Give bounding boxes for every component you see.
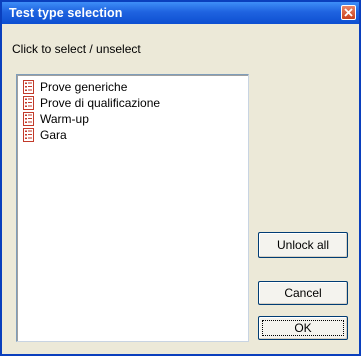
list-document-icon xyxy=(23,96,34,110)
cancel-button[interactable]: Cancel xyxy=(258,281,348,305)
list-item-label: Prove generiche xyxy=(40,80,128,94)
dialog-window: Test type selection Click to select / un… xyxy=(0,0,361,356)
instructions-label: Click to select / unselect xyxy=(12,42,141,56)
title-bar[interactable]: Test type selection xyxy=(2,2,359,24)
list-document-icon xyxy=(23,80,34,94)
list-item-label: Gara xyxy=(40,128,67,142)
list-item-label: Prove di qualificazione xyxy=(40,96,161,110)
ok-button[interactable]: OK xyxy=(258,316,348,340)
close-icon xyxy=(344,8,353,17)
close-button[interactable] xyxy=(341,5,356,20)
list-document-icon xyxy=(23,112,34,126)
test-type-listbox[interactable]: Prove generiche Prove di qualificazione … xyxy=(16,74,249,342)
list-document-icon xyxy=(23,128,34,142)
list-item-label: Warm-up xyxy=(40,112,89,126)
focus-ring xyxy=(262,320,344,336)
unlock-all-button[interactable]: Unlock all xyxy=(258,232,348,258)
window-title: Test type selection xyxy=(9,6,123,20)
